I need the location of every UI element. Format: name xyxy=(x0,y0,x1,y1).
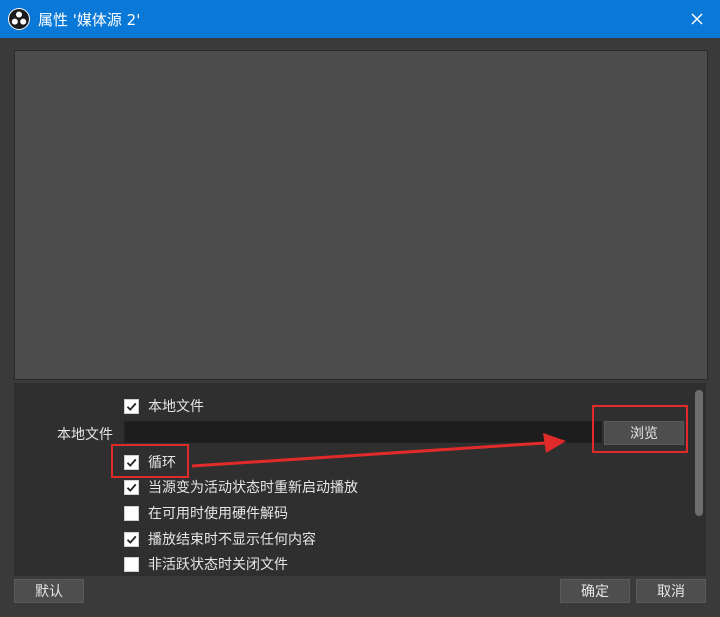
local-file-checkbox[interactable]: 本地文件 xyxy=(124,396,204,416)
local-file-checkbox-label: 本地文件 xyxy=(148,399,204,415)
restart-on-active-checkbox-label: 当源变为活动状态时重新启动播放 xyxy=(148,480,358,496)
close-when-inactive-checkbox[interactable]: 非活跃状态时关闭文件 xyxy=(124,554,288,574)
hw-decode-checkbox[interactable]: 在可用时使用硬件解码 xyxy=(124,503,288,523)
loop-checkbox[interactable]: 循环 xyxy=(124,452,176,472)
close-button[interactable] xyxy=(674,0,720,38)
scrollbar-thumb[interactable] xyxy=(695,390,703,516)
defaults-button[interactable]: 默认 xyxy=(14,579,84,603)
properties-panel xyxy=(14,383,706,576)
checkbox-hide-on-end[interactable] xyxy=(124,531,139,547)
source-preview xyxy=(14,50,708,380)
checkbox-restart-on-active[interactable] xyxy=(124,479,139,495)
checkbox-local-file[interactable] xyxy=(124,398,139,414)
check-icon xyxy=(126,483,137,492)
loop-checkbox-label: 循环 xyxy=(148,455,176,471)
obs-logo-icon xyxy=(8,8,30,30)
hide-on-end-checkbox[interactable]: 播放结束时不显示任何内容 xyxy=(124,529,316,549)
hw-decode-checkbox-label: 在可用时使用硬件解码 xyxy=(148,506,288,522)
check-icon xyxy=(126,458,137,467)
ok-button[interactable]: 确定 xyxy=(560,579,630,603)
restart-on-active-checkbox[interactable]: 当源变为活动状态时重新启动播放 xyxy=(124,477,358,497)
local-file-path-input[interactable] xyxy=(124,421,602,443)
properties-scrollbar[interactable] xyxy=(692,388,706,518)
properties-dialog: 属性 '媒体源 2' 本地文件 本地文件 浏览 循环 当源变为活动状态时重新启动… xyxy=(0,0,720,617)
check-icon xyxy=(126,402,137,411)
checkbox-loop[interactable] xyxy=(124,454,139,470)
title-bar[interactable]: 属性 '媒体源 2' xyxy=(0,0,720,38)
browse-button[interactable]: 浏览 xyxy=(604,421,684,445)
close-icon xyxy=(691,13,703,25)
cancel-button[interactable]: 取消 xyxy=(636,579,706,603)
check-icon xyxy=(126,535,137,544)
hide-on-end-checkbox-label: 播放结束时不显示任何内容 xyxy=(148,532,316,548)
checkbox-close-when-inactive[interactable] xyxy=(124,556,139,572)
window-title: 属性 '媒体源 2' xyxy=(38,11,141,29)
local-file-field-label: 本地文件 xyxy=(57,427,113,443)
close-when-inactive-checkbox-label: 非活跃状态时关闭文件 xyxy=(148,557,288,573)
checkbox-hw-decode[interactable] xyxy=(124,505,139,521)
